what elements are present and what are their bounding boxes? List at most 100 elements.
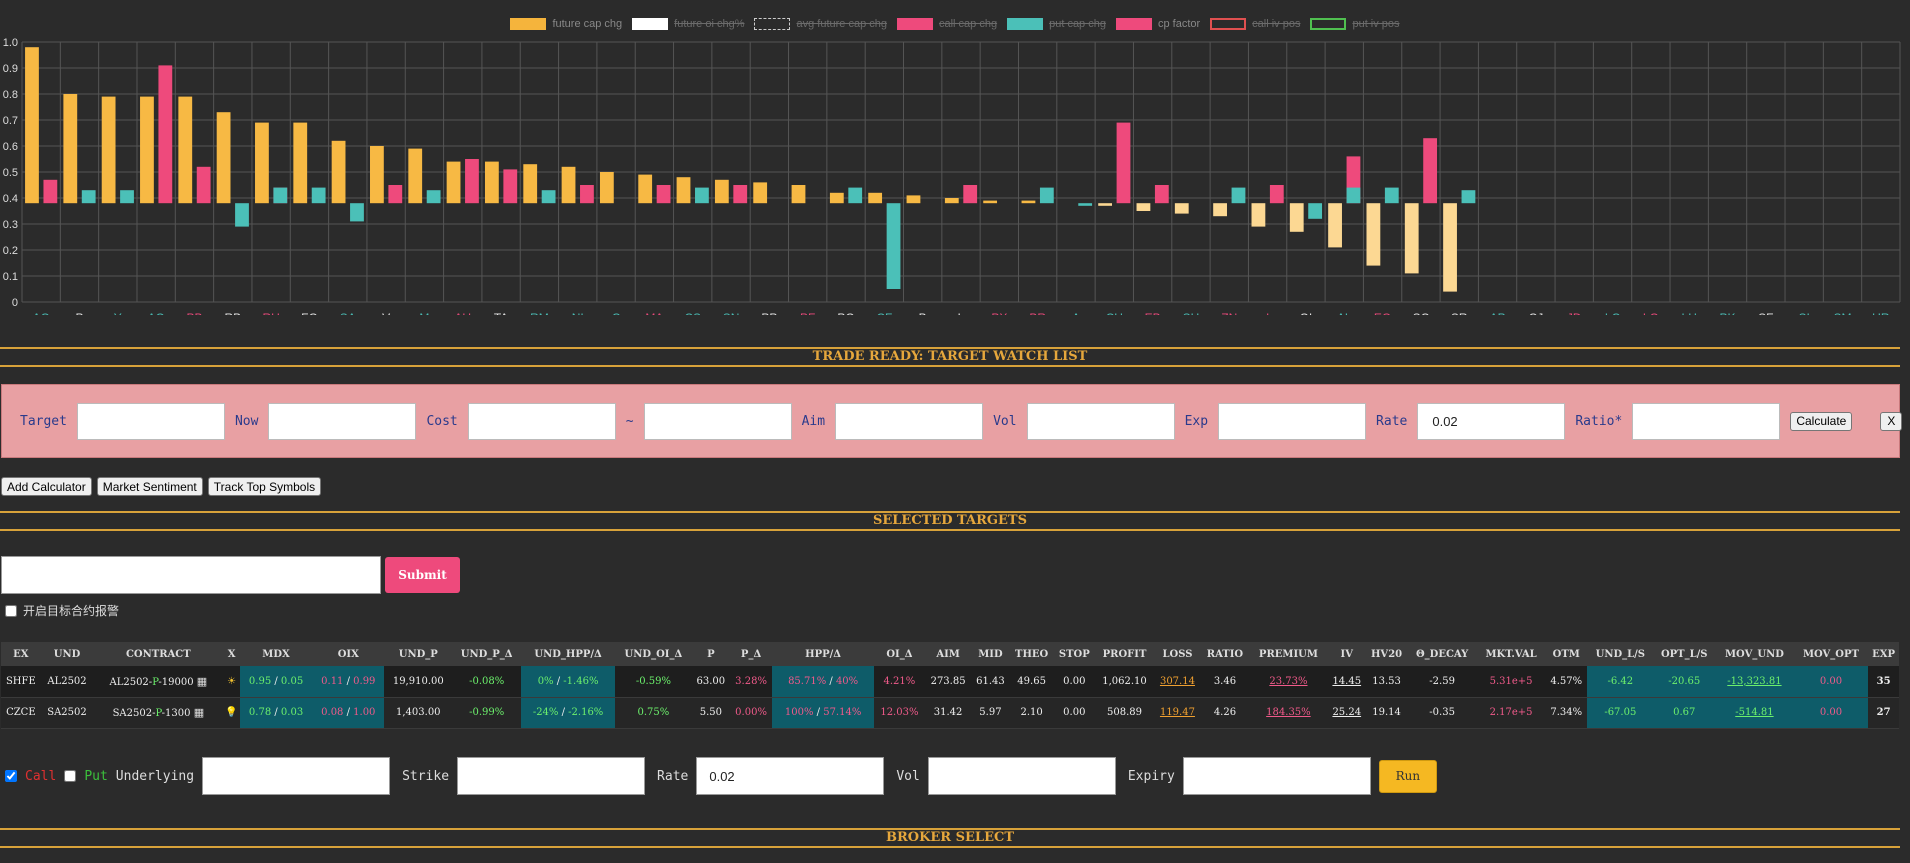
call-checkbox[interactable] — [5, 770, 17, 782]
column-header[interactable]: X — [223, 642, 240, 666]
now-input[interactable] — [268, 402, 417, 440]
table-row[interactable]: CZCE SA2502 SA2502-P-1300 ▦ 💡 0.78 / 0.03 0.0… — [1, 697, 1899, 729]
cost-max-input[interactable] — [643, 402, 792, 440]
x-tick-label: M — [419, 311, 429, 315]
column-header[interactable]: P_Δ — [729, 642, 773, 666]
table-cell: AL2502-P-19000 ▦ — [93, 666, 224, 698]
table-cell: -20.65 — [1653, 666, 1716, 698]
market-sentiment-button[interactable]: Market Sentiment — [96, 477, 203, 496]
target-symbol-input[interactable] — [1, 556, 381, 594]
table-cell: 5.97 — [971, 697, 1010, 729]
aim-input[interactable] — [835, 402, 984, 440]
table-row[interactable]: SHFE AL2502 AL2502-P-19000 ▦ ☀ 0.95 / 0.05 0.… — [1, 666, 1899, 698]
rate-label: Rate — [1376, 413, 1408, 429]
column-header[interactable]: RATIO — [1200, 642, 1250, 666]
cp-factor-bar — [963, 185, 978, 204]
vol-input-bs[interactable] — [927, 757, 1116, 795]
table-cell: AL2502 — [40, 666, 94, 698]
put-checkbox[interactable] — [64, 770, 77, 782]
column-header[interactable]: EXP — [1868, 642, 1899, 666]
column-header[interactable]: MDX — [239, 642, 313, 666]
future-bar — [1443, 203, 1457, 292]
column-header[interactable]: UND — [40, 642, 94, 666]
y-tick-label: 0.4 — [3, 193, 18, 205]
column-header[interactable]: PROFIT — [1094, 642, 1155, 666]
x-tick-label: EG — [1374, 311, 1391, 315]
table-cell: 5.50 — [691, 697, 730, 729]
column-header[interactable]: UND_L/S — [1587, 642, 1654, 666]
target-input[interactable] — [76, 402, 225, 440]
table-cell: 508.89 — [1094, 697, 1155, 729]
cell-value: -67.05 — [1604, 707, 1637, 718]
calculate-button[interactable]: Calculate — [1790, 411, 1853, 431]
column-header[interactable]: OPT_L/S — [1653, 642, 1716, 666]
column-header[interactable]: OTM — [1545, 642, 1588, 666]
column-header[interactable]: UND_P — [384, 642, 453, 666]
column-header[interactable]: P — [691, 642, 730, 666]
column-header[interactable]: EX — [1, 642, 41, 666]
x-tick-label: CJ — [1529, 311, 1544, 315]
bar-chart: 0 0.1 0.2 0.3 0.4 0.5 0.6 0.7 0.8 0.9 1.0 AG P Y AO PB R… — [3, 37, 1901, 315]
column-header[interactable]: CONTRACT — [93, 642, 224, 666]
exp-input[interactable] — [1218, 402, 1367, 440]
column-header[interactable]: UND_P_Δ — [452, 642, 522, 666]
close-button[interactable]: X — [1880, 411, 1903, 431]
column-header[interactable]: Θ_DECAY — [1407, 642, 1477, 666]
underlying-label: Underlying — [115, 768, 195, 784]
cost-input[interactable] — [467, 402, 616, 440]
x-tick-label: BR — [1029, 311, 1046, 315]
column-header[interactable]: HPP/Δ — [772, 642, 875, 666]
table-cell: 4.26 — [1200, 697, 1250, 729]
column-header[interactable]: UND_OI_Δ — [615, 642, 692, 666]
ratio-input[interactable] — [1632, 402, 1781, 440]
rate-input[interactable] — [1417, 402, 1566, 440]
add-calculator-button[interactable]: Add Calculator — [1, 477, 92, 496]
rate-input-bs[interactable] — [696, 757, 885, 795]
cost-label: Cost — [426, 413, 458, 429]
cell-value: AL2502 — [47, 675, 87, 687]
strike-input[interactable] — [457, 757, 646, 795]
column-header[interactable]: OIX — [312, 642, 385, 666]
table-cell: 23.73% — [1249, 666, 1328, 698]
column-header[interactable]: STOP — [1053, 642, 1095, 666]
column-header[interactable]: MOV_OPT — [1793, 642, 1869, 666]
vol-input[interactable] — [1026, 402, 1175, 440]
x-tick-label: LH — [1682, 311, 1697, 315]
cell-value: 1,062.10 — [1102, 675, 1147, 687]
column-header[interactable]: LOSS — [1154, 642, 1201, 666]
submit-button[interactable]: Submit — [385, 557, 460, 593]
underlying-input[interactable] — [202, 757, 391, 795]
column-header[interactable]: MKT.VAL — [1476, 642, 1546, 666]
column-header[interactable]: PREMIUM — [1249, 642, 1328, 666]
run-button[interactable]: Run — [1378, 759, 1437, 793]
table-cell: 13.53 — [1365, 666, 1408, 698]
column-header[interactable]: MID — [971, 642, 1010, 666]
future-bar — [1213, 203, 1227, 217]
expiry-input[interactable] — [1182, 757, 1371, 795]
column-header[interactable]: MOV_UND — [1715, 642, 1794, 666]
y-tick-label: 0.6 — [3, 141, 18, 153]
column-header[interactable]: UND_HPP/Δ — [521, 642, 615, 666]
cell-value: 0.11 — [321, 675, 344, 687]
table-cell: SA2502-P-1300 ▦ — [93, 697, 224, 729]
y-tick-label: 0.3 — [3, 219, 18, 231]
column-header[interactable]: AIM — [924, 642, 972, 666]
cell-value: 0.00 — [1063, 675, 1086, 687]
column-header[interactable]: IV — [1327, 642, 1366, 666]
column-header[interactable]: THEO — [1009, 642, 1054, 666]
column-header[interactable]: HV20 — [1365, 642, 1408, 666]
cell-value: -13,323.81 — [1727, 675, 1782, 687]
future-bar — [638, 174, 653, 204]
cell-value: 100% — [784, 707, 814, 718]
x-tick-label: A — [1072, 311, 1080, 315]
cell-value: 1,403.00 — [396, 707, 441, 718]
ratio-label: Ratio* — [1575, 413, 1623, 429]
alarm-checkbox[interactable] — [5, 604, 17, 617]
future-bar — [829, 192, 844, 204]
track-top-symbols-button[interactable]: Track Top Symbols — [207, 477, 322, 496]
grid-icon[interactable]: ▦ — [197, 675, 207, 688]
x-tick-label: AG — [32, 311, 49, 315]
cp-factor-bar — [503, 169, 518, 204]
grid-icon[interactable]: ▦ — [194, 706, 204, 719]
column-header[interactable]: OI_Δ — [874, 642, 925, 666]
